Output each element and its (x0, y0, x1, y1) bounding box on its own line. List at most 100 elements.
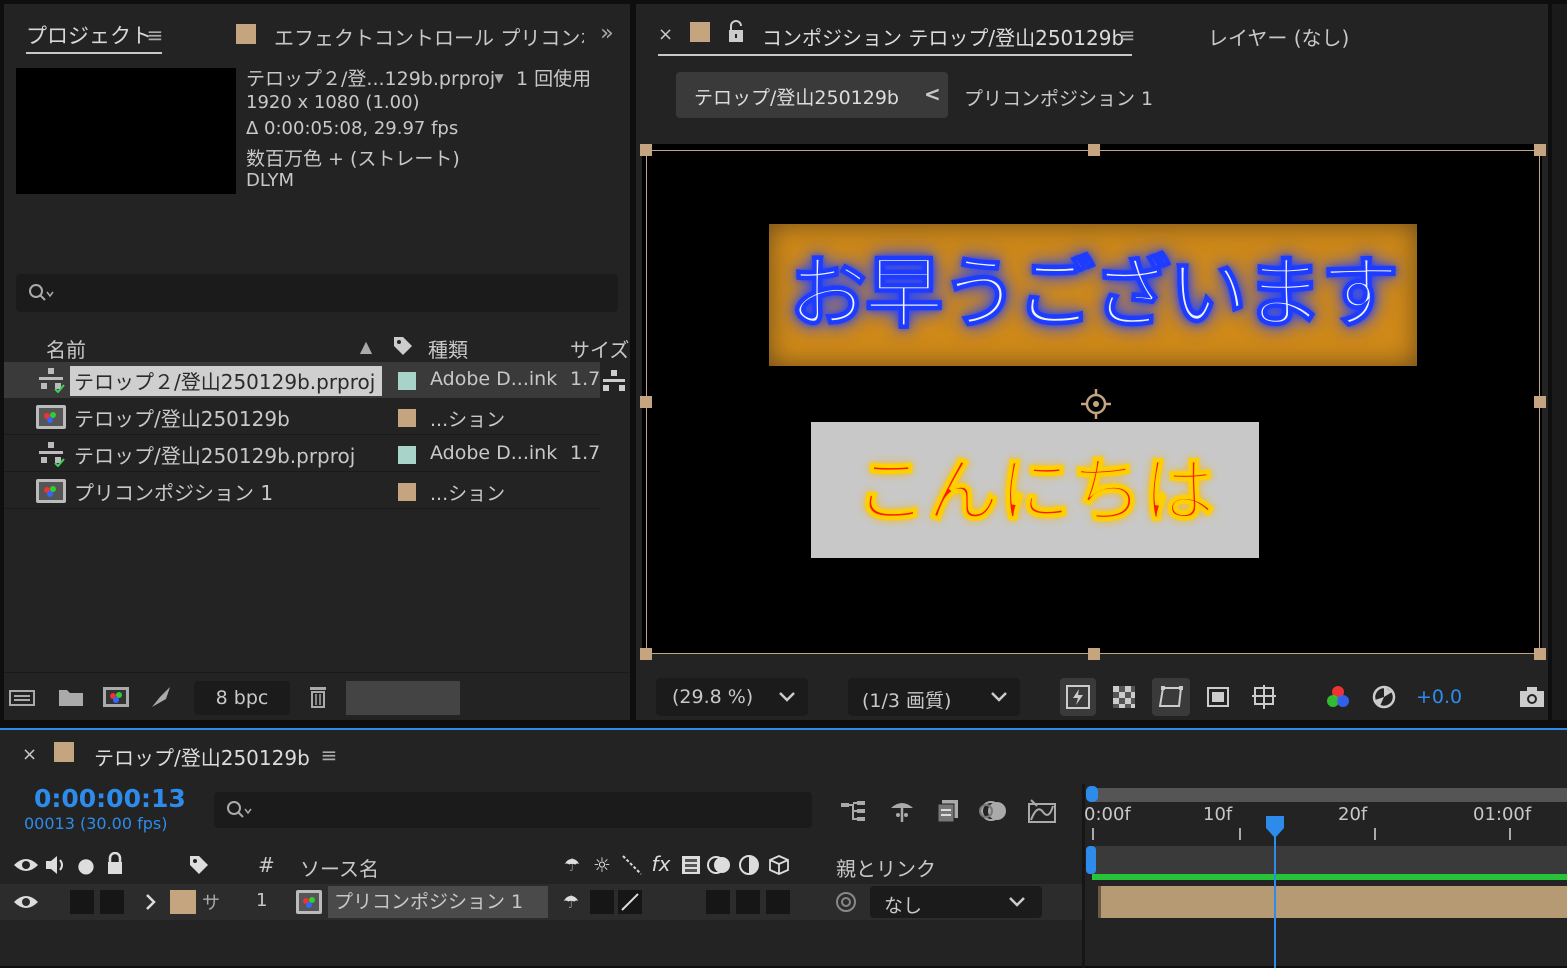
transform-handle[interactable] (640, 144, 652, 156)
list-item[interactable]: テロップ２/登山250129b.prproj Adobe D...ink 1.7 (4, 362, 600, 398)
transform-handle[interactable] (640, 648, 652, 660)
fast-previews-icon[interactable] (1060, 678, 1096, 716)
new-composition-icon[interactable] (100, 683, 132, 711)
expand-chevron-icon[interactable] (140, 890, 162, 914)
project-overview-slider[interactable] (346, 681, 460, 715)
breadcrumb-next[interactable]: プリコンポジション 1 (964, 84, 1153, 111)
exposure-value[interactable]: +0.0 (1416, 686, 1462, 708)
anchor-point-icon[interactable] (1078, 386, 1114, 422)
motion-blur-switch[interactable] (706, 890, 730, 914)
interpret-footage-icon[interactable] (8, 683, 40, 711)
current-timecode[interactable]: 0:00:00:13 (34, 784, 186, 813)
work-area-start-handle[interactable] (1086, 786, 1098, 802)
snapshot-camera-icon[interactable] (1516, 678, 1548, 716)
timeline-tab-close-icon[interactable]: × (22, 744, 37, 765)
transform-handle[interactable] (640, 396, 652, 408)
3d-layer-icon[interactable] (766, 852, 792, 878)
column-name-header[interactable]: 名前 (46, 334, 86, 363)
list-item[interactable]: テロップ/登山250129b.prproj Adobe D...ink 1.7 (4, 436, 600, 472)
adjustment-layer-icon[interactable] (736, 852, 762, 878)
effects-tab[interactable]: エフェクトコントロール プリコンポジシ (274, 22, 584, 51)
flowchart-brush-icon[interactable] (146, 683, 176, 711)
adjustment-switch[interactable] (736, 890, 760, 914)
greeting-text-morning[interactable]: お早うございます (769, 244, 1417, 344)
more-tabs-chevron-icon[interactable]: » (594, 20, 620, 46)
shy-switch-icon[interactable]: ☂ (558, 890, 584, 914)
column-source-name-header[interactable]: ソース名 (300, 853, 379, 882)
transform-handle[interactable] (1088, 648, 1100, 660)
time-ruler[interactable]: 0:00f 10f 20f 01:00f (1084, 804, 1567, 842)
panel-menu-icon[interactable]: ≡ (318, 742, 340, 768)
layer-duration-bar[interactable] (1098, 886, 1567, 918)
solo-switch[interactable] (70, 890, 94, 914)
time-graph[interactable]: 0:00f 10f 20f 01:00f (1084, 786, 1567, 968)
region-of-interest-icon[interactable] (1200, 678, 1236, 716)
label-tag-icon[interactable] (390, 334, 416, 358)
panel-menu-icon[interactable]: ≡ (144, 22, 166, 48)
column-parent-link-header[interactable]: 親とリンク (836, 853, 936, 882)
column-size-header[interactable]: サイズ (570, 334, 629, 363)
collapse-transform-icon[interactable]: ☼ (588, 852, 616, 878)
transparency-grid-icon[interactable] (1106, 678, 1142, 716)
comp-tab-close-icon[interactable]: × (658, 24, 673, 45)
shy-switch-icon[interactable]: ☂ (558, 852, 586, 878)
work-area-in-marker[interactable] (1086, 846, 1096, 874)
composition-viewer[interactable]: お早うございます こんにちは (642, 144, 1542, 654)
bit-depth-button[interactable]: 8 bpc (194, 681, 290, 715)
frame-blend-switch-icon[interactable] (678, 852, 704, 878)
audio-speaker-icon[interactable] (42, 852, 70, 878)
effects-fx-icon[interactable]: fx (648, 850, 674, 878)
lock-icon[interactable] (724, 18, 748, 46)
pick-whip-icon[interactable] (832, 890, 860, 914)
usage-dropdown-icon[interactable]: ▼ (492, 66, 506, 90)
quality-switch-icon[interactable] (618, 852, 646, 878)
transform-handle[interactable] (1534, 648, 1546, 660)
transform-handle[interactable] (1088, 144, 1100, 156)
panel-menu-icon[interactable]: ≡ (1116, 22, 1138, 48)
layer-label-swatch[interactable] (170, 890, 196, 914)
project-tab[interactable]: プロジェクト (26, 20, 152, 50)
lock-switch[interactable] (100, 890, 124, 914)
dependency-icon[interactable] (600, 368, 628, 394)
layer-row[interactable]: サ 1 プリコンポジション 1 ☂ なし (0, 884, 1084, 920)
list-item[interactable]: テロップ/登山250129b ...ション (4, 399, 600, 435)
grid-guides-icon[interactable] (1246, 678, 1282, 716)
video-eye-icon[interactable] (12, 852, 40, 878)
list-item[interactable]: プリコンポジション 1 ...ション (4, 473, 600, 509)
lock-icon[interactable] (102, 850, 128, 878)
parent-dropdown[interactable]: なし (870, 886, 1042, 918)
video-eye-icon[interactable] (12, 890, 40, 914)
reset-exposure-icon[interactable] (1366, 678, 1402, 716)
playhead-handle-icon[interactable] (1264, 814, 1286, 840)
column-type-header[interactable]: 種類 (428, 334, 468, 363)
resolution-dropdown[interactable]: (1/3 画質) (848, 678, 1020, 716)
project-search-input[interactable] (16, 274, 618, 312)
mask-visibility-icon[interactable] (1152, 678, 1190, 716)
transform-handle[interactable] (1534, 396, 1546, 408)
work-area-bar[interactable] (1092, 788, 1567, 802)
3d-switch[interactable] (766, 890, 790, 914)
graph-editor-icon[interactable] (1024, 796, 1060, 826)
transform-handle[interactable] (1534, 144, 1546, 156)
trash-icon[interactable] (304, 683, 332, 711)
timeline-tab[interactable]: テロップ/登山250129b (94, 742, 310, 771)
layer-tab[interactable]: レイヤー (なし) (1208, 22, 1349, 51)
channel-rgb-icon[interactable] (1320, 678, 1356, 716)
composition-flowchart-icon[interactable] (836, 796, 872, 826)
comp-tab[interactable]: コンポジション テロップ/登山250129b (762, 22, 1124, 51)
sort-ascending-icon[interactable]: ▲ (354, 334, 378, 358)
collapse-switch[interactable] (590, 890, 614, 914)
label-tag-icon[interactable] (186, 852, 212, 878)
frame-blending-icon[interactable] (930, 796, 966, 826)
quality-switch[interactable] (618, 890, 642, 914)
solo-dot-icon[interactable]: ● (74, 852, 98, 878)
shy-layers-icon[interactable] (884, 796, 920, 826)
layer-source-name[interactable]: プリコンポジション 1 (328, 886, 548, 918)
zoom-dropdown[interactable]: (29.8 %) (656, 678, 808, 716)
breadcrumb-active[interactable]: テロップ/登山250129b < (676, 72, 948, 118)
greeting-text-hello[interactable]: こんにちは (811, 436, 1259, 546)
new-folder-icon[interactable] (56, 683, 86, 711)
motion-blur-icon[interactable] (976, 796, 1012, 826)
timeline-search-input[interactable] (214, 792, 812, 828)
motion-blur-switch-icon[interactable] (706, 852, 732, 878)
